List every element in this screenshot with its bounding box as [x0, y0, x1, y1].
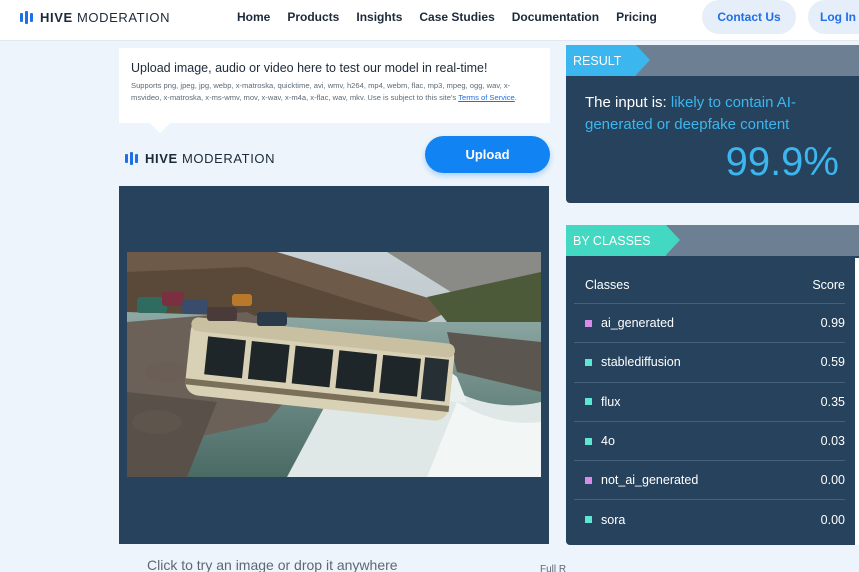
class-color-swatch: [585, 476, 592, 484]
class-score: 0.59: [820, 355, 845, 370]
class-color-swatch: [585, 358, 592, 366]
top-nav: HIVE MODERATION Home Products Insights C…: [0, 0, 859, 41]
brand-bold: HIVE: [40, 10, 73, 25]
nav-link-home[interactable]: Home: [237, 10, 270, 24]
uploaded-image: [127, 252, 541, 477]
image-drop-zone[interactable]: [119, 186, 549, 544]
class-color-swatch: [585, 516, 592, 524]
drop-hint-right: Full R: [540, 564, 567, 572]
classes-card: BY CLASSES Classes Score ai_generated 0.…: [566, 225, 859, 545]
class-name: 4o: [601, 434, 615, 449]
class-name: ai_generated: [601, 316, 674, 331]
hive-logo-bars-icon: [125, 152, 138, 165]
class-row: not_ai_generated 0.00: [574, 460, 845, 499]
hive-logo-bars-icon: [20, 11, 33, 24]
class-name: flux: [601, 394, 621, 409]
brand-light: MODERATION: [76, 10, 171, 25]
nav-link-case-studies[interactable]: Case Studies: [419, 10, 494, 24]
supported-formats: Supports png, jpeg, jpg, webp, x-matrosk…: [131, 81, 517, 102]
login-button[interactable]: Log In: [808, 0, 859, 34]
upload-title: Upload image, audio or video here to tes…: [131, 61, 488, 75]
terms-of-service-link[interactable]: Terms of Service: [458, 93, 515, 102]
class-row: stablediffusion 0.59: [574, 342, 845, 381]
class-name: sora: [601, 512, 626, 527]
nav-link-insights[interactable]: Insights: [356, 10, 402, 24]
drop-hint: Click to try an image or drop it anywher…: [147, 557, 398, 572]
class-score: 0.99: [820, 316, 845, 331]
class-row: sora 0.00: [574, 499, 845, 538]
hive-logo-secondary: HIVE MODERATION: [125, 151, 275, 166]
class-color-swatch: [585, 319, 592, 327]
result-ribbon-tip: [636, 45, 650, 75]
score-col-header: Score: [812, 278, 845, 292]
result-ribbon: RESULT: [566, 45, 636, 76]
contact-us-button[interactable]: Contact Us: [702, 0, 796, 34]
class-name: not_ai_generated: [601, 473, 699, 488]
class-row: flux 0.35: [574, 381, 845, 421]
upload-button[interactable]: Upload: [425, 136, 550, 173]
nav-links: Home Products Insights Case Studies Docu…: [237, 10, 674, 24]
class-score: 0.00: [820, 473, 845, 488]
class-score: 0.00: [820, 512, 845, 527]
result-score: 99.9%: [725, 140, 839, 184]
classes-scrollbar[interactable]: [855, 258, 859, 545]
result-verdict: The input is: likely to contain AI-gener…: [585, 94, 796, 133]
classes-ribbon: BY CLASSES: [566, 225, 666, 256]
info-card-pointer: [150, 123, 170, 133]
result-card: RESULT The input is: likely to contain A…: [566, 45, 859, 203]
class-color-swatch: [585, 398, 592, 406]
class-color-swatch: [585, 437, 592, 445]
classes-list: ai_generated 0.99 stablediffusion 0.59 f…: [574, 303, 845, 539]
class-row: 4o 0.03: [574, 420, 845, 460]
classes-ribbon-tip: [666, 225, 680, 255]
classes-col-header: Classes: [585, 278, 630, 292]
class-score: 0.03: [820, 434, 845, 449]
classes-header: Classes Score: [585, 278, 845, 292]
nav-link-pricing[interactable]: Pricing: [616, 10, 657, 24]
upload-info-card: Upload image, audio or video here to tes…: [119, 48, 550, 123]
class-name: stablediffusion: [601, 355, 681, 370]
hive-logo[interactable]: HIVE MODERATION: [20, 10, 170, 25]
nav-link-products[interactable]: Products: [287, 10, 339, 24]
class-score: 0.35: [820, 394, 845, 409]
nav-link-documentation[interactable]: Documentation: [512, 10, 599, 24]
class-row: ai_generated 0.99: [574, 303, 845, 342]
